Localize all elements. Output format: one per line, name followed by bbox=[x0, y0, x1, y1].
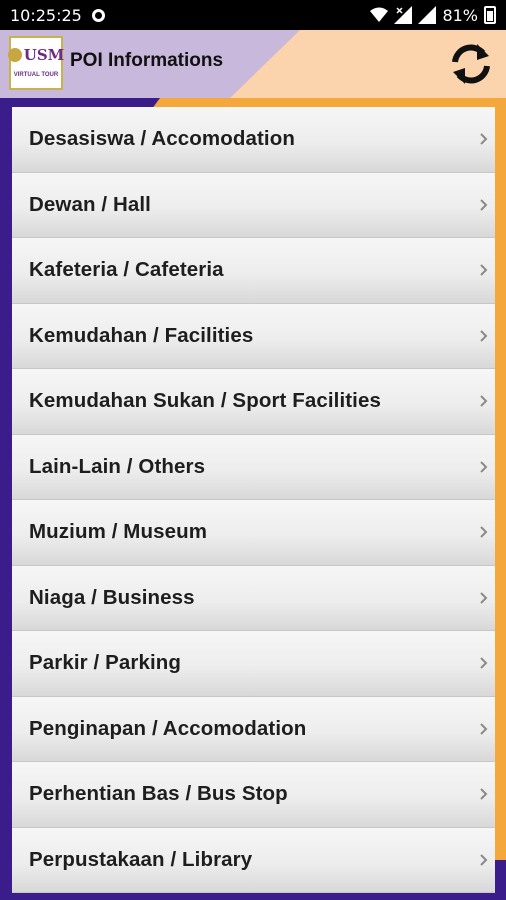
list-item-label: Desasiswa / Accomodation bbox=[29, 127, 295, 151]
logo-tagline: VIRTUAL TOUR bbox=[13, 71, 59, 78]
signal-icon bbox=[418, 6, 437, 24]
list-item[interactable]: Kemudahan Sukan / Sport Facilities bbox=[12, 369, 495, 435]
status-bar: 10:25:25 81% bbox=[0, 0, 506, 30]
list-item[interactable]: Lain-Lain / Others bbox=[12, 434, 495, 500]
status-icons: 81% bbox=[370, 6, 496, 25]
list-item[interactable]: Niaga / Business bbox=[12, 565, 495, 631]
list-item-label: Dewan / Hall bbox=[29, 192, 151, 216]
list-item-label: Lain-Lain / Others bbox=[29, 454, 206, 478]
list-item[interactable]: Perhentian Bas / Bus Stop bbox=[12, 762, 495, 828]
list-item-label: Perhentian Bas / Bus Stop bbox=[29, 782, 288, 806]
chevron-right-icon bbox=[480, 395, 488, 407]
logo-text: USM bbox=[23, 45, 65, 64]
app-bar: USM VIRTUAL TOUR POI Informations bbox=[0, 30, 506, 98]
list-item-label: Kafeteria / Cafeteria bbox=[29, 258, 224, 282]
list-item[interactable]: Perpustakaan / Library bbox=[12, 827, 495, 893]
list-item-label: Parkir / Parking bbox=[29, 651, 182, 675]
list-item[interactable]: Muzium / Museum bbox=[12, 500, 495, 566]
notification-dot-icon bbox=[91, 8, 105, 22]
chevron-right-icon bbox=[480, 788, 488, 800]
list-item[interactable]: Desasiswa / Accomodation bbox=[12, 107, 495, 173]
list-item-label: Niaga / Business bbox=[29, 585, 195, 609]
list-item-label: Kemudahan / Facilities bbox=[29, 323, 254, 347]
chevron-right-icon bbox=[480, 264, 488, 276]
battery-icon bbox=[484, 6, 496, 24]
list-item-label: Kemudahan Sukan / Sport Facilities bbox=[29, 389, 381, 413]
list-item[interactable]: Penginapan / Accomodation bbox=[12, 696, 495, 762]
wifi-icon bbox=[370, 7, 389, 22]
refresh-icon bbox=[452, 44, 490, 84]
poi-list: Desasiswa / Accomodation Dewan / Hall Kafe… bbox=[12, 107, 495, 897]
list-item[interactable]: Kemudahan / Facilities bbox=[12, 303, 495, 369]
list-item-label: Muzium / Museum bbox=[29, 520, 208, 544]
list-item[interactable]: Parkir / Parking bbox=[12, 631, 495, 697]
list-item[interactable]: Dewan / Hall bbox=[12, 172, 495, 238]
crest-icon bbox=[7, 48, 22, 62]
chevron-right-icon bbox=[480, 592, 488, 604]
chevron-right-icon bbox=[480, 133, 488, 145]
page-title: POI Informations bbox=[70, 50, 224, 71]
chevron-right-icon bbox=[480, 526, 488, 538]
signal-icon bbox=[394, 6, 413, 24]
chevron-right-icon bbox=[480, 330, 488, 342]
list-item-label: Penginapan / Accomodation bbox=[29, 716, 307, 740]
list-item[interactable]: Kafeteria / Cafeteria bbox=[12, 238, 495, 304]
battery-percent: 81% bbox=[442, 5, 478, 25]
chevron-right-icon bbox=[480, 461, 488, 473]
refresh-button[interactable] bbox=[444, 37, 498, 91]
chevron-right-icon bbox=[480, 723, 488, 735]
chevron-right-icon bbox=[480, 199, 488, 211]
app-logo: USM VIRTUAL TOUR bbox=[7, 36, 65, 90]
status-time: 10:25:25 bbox=[10, 5, 82, 25]
chevron-right-icon bbox=[480, 657, 488, 669]
chevron-right-icon bbox=[480, 854, 488, 866]
list-item-label: Perpustakaan / Library bbox=[29, 847, 253, 871]
